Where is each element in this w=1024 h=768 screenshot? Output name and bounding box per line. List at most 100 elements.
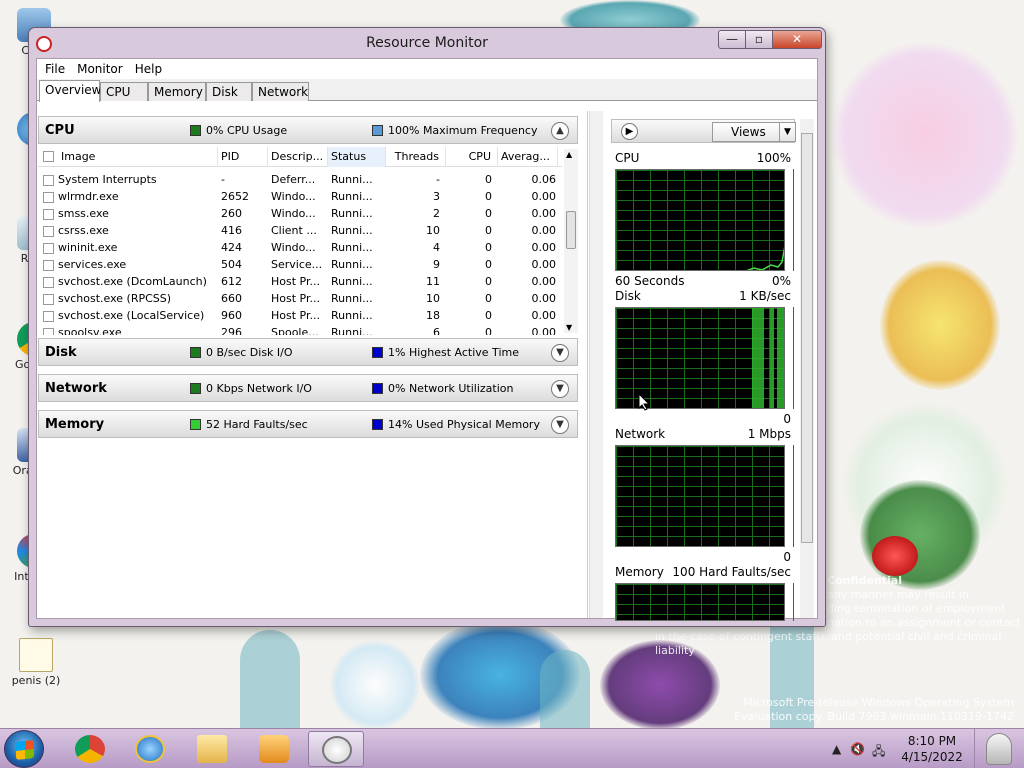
collapse-pane-arrow-icon[interactable]: ▶	[621, 123, 638, 140]
menu-file[interactable]: File	[39, 59, 71, 79]
row-checkbox[interactable]	[43, 260, 54, 271]
row-checkbox[interactable]	[43, 294, 54, 305]
cpu-graph-timespan: 60 Seconds	[615, 274, 685, 288]
row-cpu: 0	[485, 207, 492, 220]
cpu-usage-metric: 0% CPU Usage	[190, 124, 287, 137]
close-button[interactable]: ✕	[772, 30, 822, 49]
table-row[interactable]: wlrmdr.exe 2652 Windo... Runni... 3 0 0.00	[38, 188, 562, 205]
title-bar[interactable]: Resource Monitor — ▫ ✕	[29, 28, 825, 58]
row-image: services.exe	[58, 258, 127, 271]
row-status: Runni...	[331, 241, 373, 254]
graphs-scrollbar[interactable]	[800, 119, 814, 618]
column-average-cpu[interactable]: Averag...	[498, 147, 558, 167]
start-button[interactable]	[4, 730, 44, 768]
table-row[interactable]: spoolsv.exe 296 Spoole... Runni... 6 0 0.00	[38, 324, 562, 335]
row-status: Runni...	[331, 292, 373, 305]
row-pid: 416	[221, 224, 242, 237]
cpu-section-title: CPU	[45, 123, 75, 138]
taskbar-internet-explorer[interactable]	[122, 731, 178, 767]
taskbar-resource-monitor[interactable]	[308, 731, 364, 767]
taskbar-media-player[interactable]	[246, 731, 302, 767]
row-checkbox[interactable]	[43, 243, 54, 254]
show-hidden-icons-arrow-icon[interactable]: ▲	[832, 742, 841, 756]
cpu-table-header: Image PID Descrip... Status Threads CPU …	[38, 147, 562, 167]
row-pid: 260	[221, 207, 242, 220]
scroll-down-arrow-icon[interactable]: ▼	[566, 323, 572, 332]
desktop-icon-certificate-file[interactable]: penis (2)	[4, 638, 68, 687]
cpu-table-scrollbar[interactable]: ▲ ▼	[564, 149, 578, 333]
volume-muted-icon[interactable]: 🔇	[850, 742, 865, 756]
cpu-graph-max: 100%	[756, 151, 791, 165]
expand-chevron-down-icon[interactable]: ▼	[551, 416, 569, 434]
row-cpu: 0	[485, 241, 492, 254]
views-dropdown[interactable]: Views ▼	[712, 122, 796, 142]
cpu-graph-plot	[615, 169, 785, 271]
disk-active-time-metric: 1% Highest Active Time	[372, 346, 519, 359]
memory-used-physical-metric: 14% Used Physical Memory	[372, 418, 540, 431]
column-image[interactable]: Image	[58, 147, 218, 167]
table-row[interactable]: wininit.exe 424 Windo... Runni... 4 0 0.00	[38, 239, 562, 256]
taskbar-chrome[interactable]	[62, 731, 118, 767]
row-description: Windo...	[271, 207, 316, 220]
menu-monitor[interactable]: Monitor	[71, 59, 129, 79]
maximize-button[interactable]: ▫	[745, 30, 773, 49]
row-average-cpu: 0.00	[531, 275, 557, 288]
scroll-up-arrow-icon[interactable]: ▲	[566, 150, 572, 159]
tab-memory[interactable]: Memory	[148, 82, 206, 101]
row-pid: 2652	[221, 190, 249, 203]
tab-network[interactable]: Network	[252, 82, 309, 101]
row-checkbox[interactable]	[43, 175, 54, 186]
memory-section-title: Memory	[45, 417, 105, 432]
taskbar-explorer[interactable]	[184, 731, 240, 767]
table-row[interactable]: csrss.exe 416 Client ... Runni... 10 0 0.00	[38, 222, 562, 239]
collapse-chevron-up-icon[interactable]: ▲	[551, 122, 569, 140]
column-threads[interactable]: Threads	[386, 147, 446, 167]
table-row[interactable]: smss.exe 260 Windo... Runni... 2 0 0.00	[38, 205, 562, 222]
table-row[interactable]: services.exe 504 Service... Runni... 9 0 0.00	[38, 256, 562, 273]
disk-section-header[interactable]: Disk 0 B/sec Disk I/O 1% Highest Active …	[38, 338, 578, 366]
column-description[interactable]: Descrip...	[268, 147, 328, 167]
disk-graph-label: Disk	[615, 289, 641, 303]
tab-disk[interactable]: Disk	[206, 82, 252, 101]
column-cpu[interactable]: CPU	[446, 147, 498, 167]
row-status: Runni...	[331, 275, 373, 288]
row-description: Host Pr...	[271, 309, 320, 322]
blue-legend-swatch	[372, 419, 383, 430]
table-row[interactable]: svchost.exe (DcomLaunch) 612 Host Pr... Run…	[38, 273, 562, 290]
row-checkbox[interactable]	[43, 192, 54, 203]
expand-chevron-down-icon[interactable]: ▼	[551, 344, 569, 362]
row-checkbox[interactable]	[43, 226, 54, 237]
select-all-checkbox[interactable]	[43, 151, 54, 162]
table-row[interactable]: svchost.exe (RPCSS) 660 Host Pr... Runni...…	[38, 290, 562, 307]
menu-help[interactable]: Help	[129, 59, 168, 79]
column-pid[interactable]: PID	[218, 147, 268, 167]
system-clock[interactable]: 8:10 PM 4/15/2022	[900, 733, 964, 765]
left-panel-scrollbar[interactable]	[589, 111, 603, 618]
row-checkbox[interactable]	[43, 277, 54, 288]
scrollbar-thumb[interactable]	[566, 211, 576, 249]
network-tray-icon[interactable]: 🖧	[872, 742, 885, 763]
row-checkbox[interactable]	[43, 311, 54, 322]
dropdown-arrow-icon[interactable]: ▼	[779, 123, 795, 141]
network-utilization-metric: 0% Network Utilization	[372, 382, 514, 395]
scrollbar-thumb[interactable]	[801, 133, 813, 543]
table-row[interactable]: System Interrupts - Deferr... Runni... - 0 0.0…	[38, 171, 562, 188]
column-status[interactable]: Status	[328, 147, 386, 167]
row-status: Runni...	[331, 309, 373, 322]
row-pid: 960	[221, 309, 242, 322]
row-threads: 10	[426, 292, 440, 305]
cpu-section-header[interactable]: CPU 0% CPU Usage 100% Maximum Frequency …	[38, 116, 578, 144]
clock-time: 8:10 PM	[907, 734, 957, 748]
row-checkbox[interactable]	[43, 209, 54, 220]
memory-section-header[interactable]: Memory 52 Hard Faults/sec 14% Used Physi…	[38, 410, 578, 438]
show-desktop-button[interactable]	[974, 729, 1024, 768]
tab-cpu[interactable]: CPU	[100, 82, 148, 101]
row-checkbox[interactable]	[43, 328, 54, 335]
tab-overview[interactable]: Overview	[39, 80, 102, 102]
table-row[interactable]: svchost.exe (LocalService) 960 Host Pr... R…	[38, 307, 562, 324]
memory-graph-max: 100 Hard Faults/sec	[672, 565, 791, 579]
network-graph-plot	[615, 445, 785, 547]
network-section-header[interactable]: Network 0 Kbps Network I/O 0% Network Ut…	[38, 374, 578, 402]
expand-chevron-down-icon[interactable]: ▼	[551, 380, 569, 398]
minimize-button[interactable]: —	[718, 30, 746, 49]
